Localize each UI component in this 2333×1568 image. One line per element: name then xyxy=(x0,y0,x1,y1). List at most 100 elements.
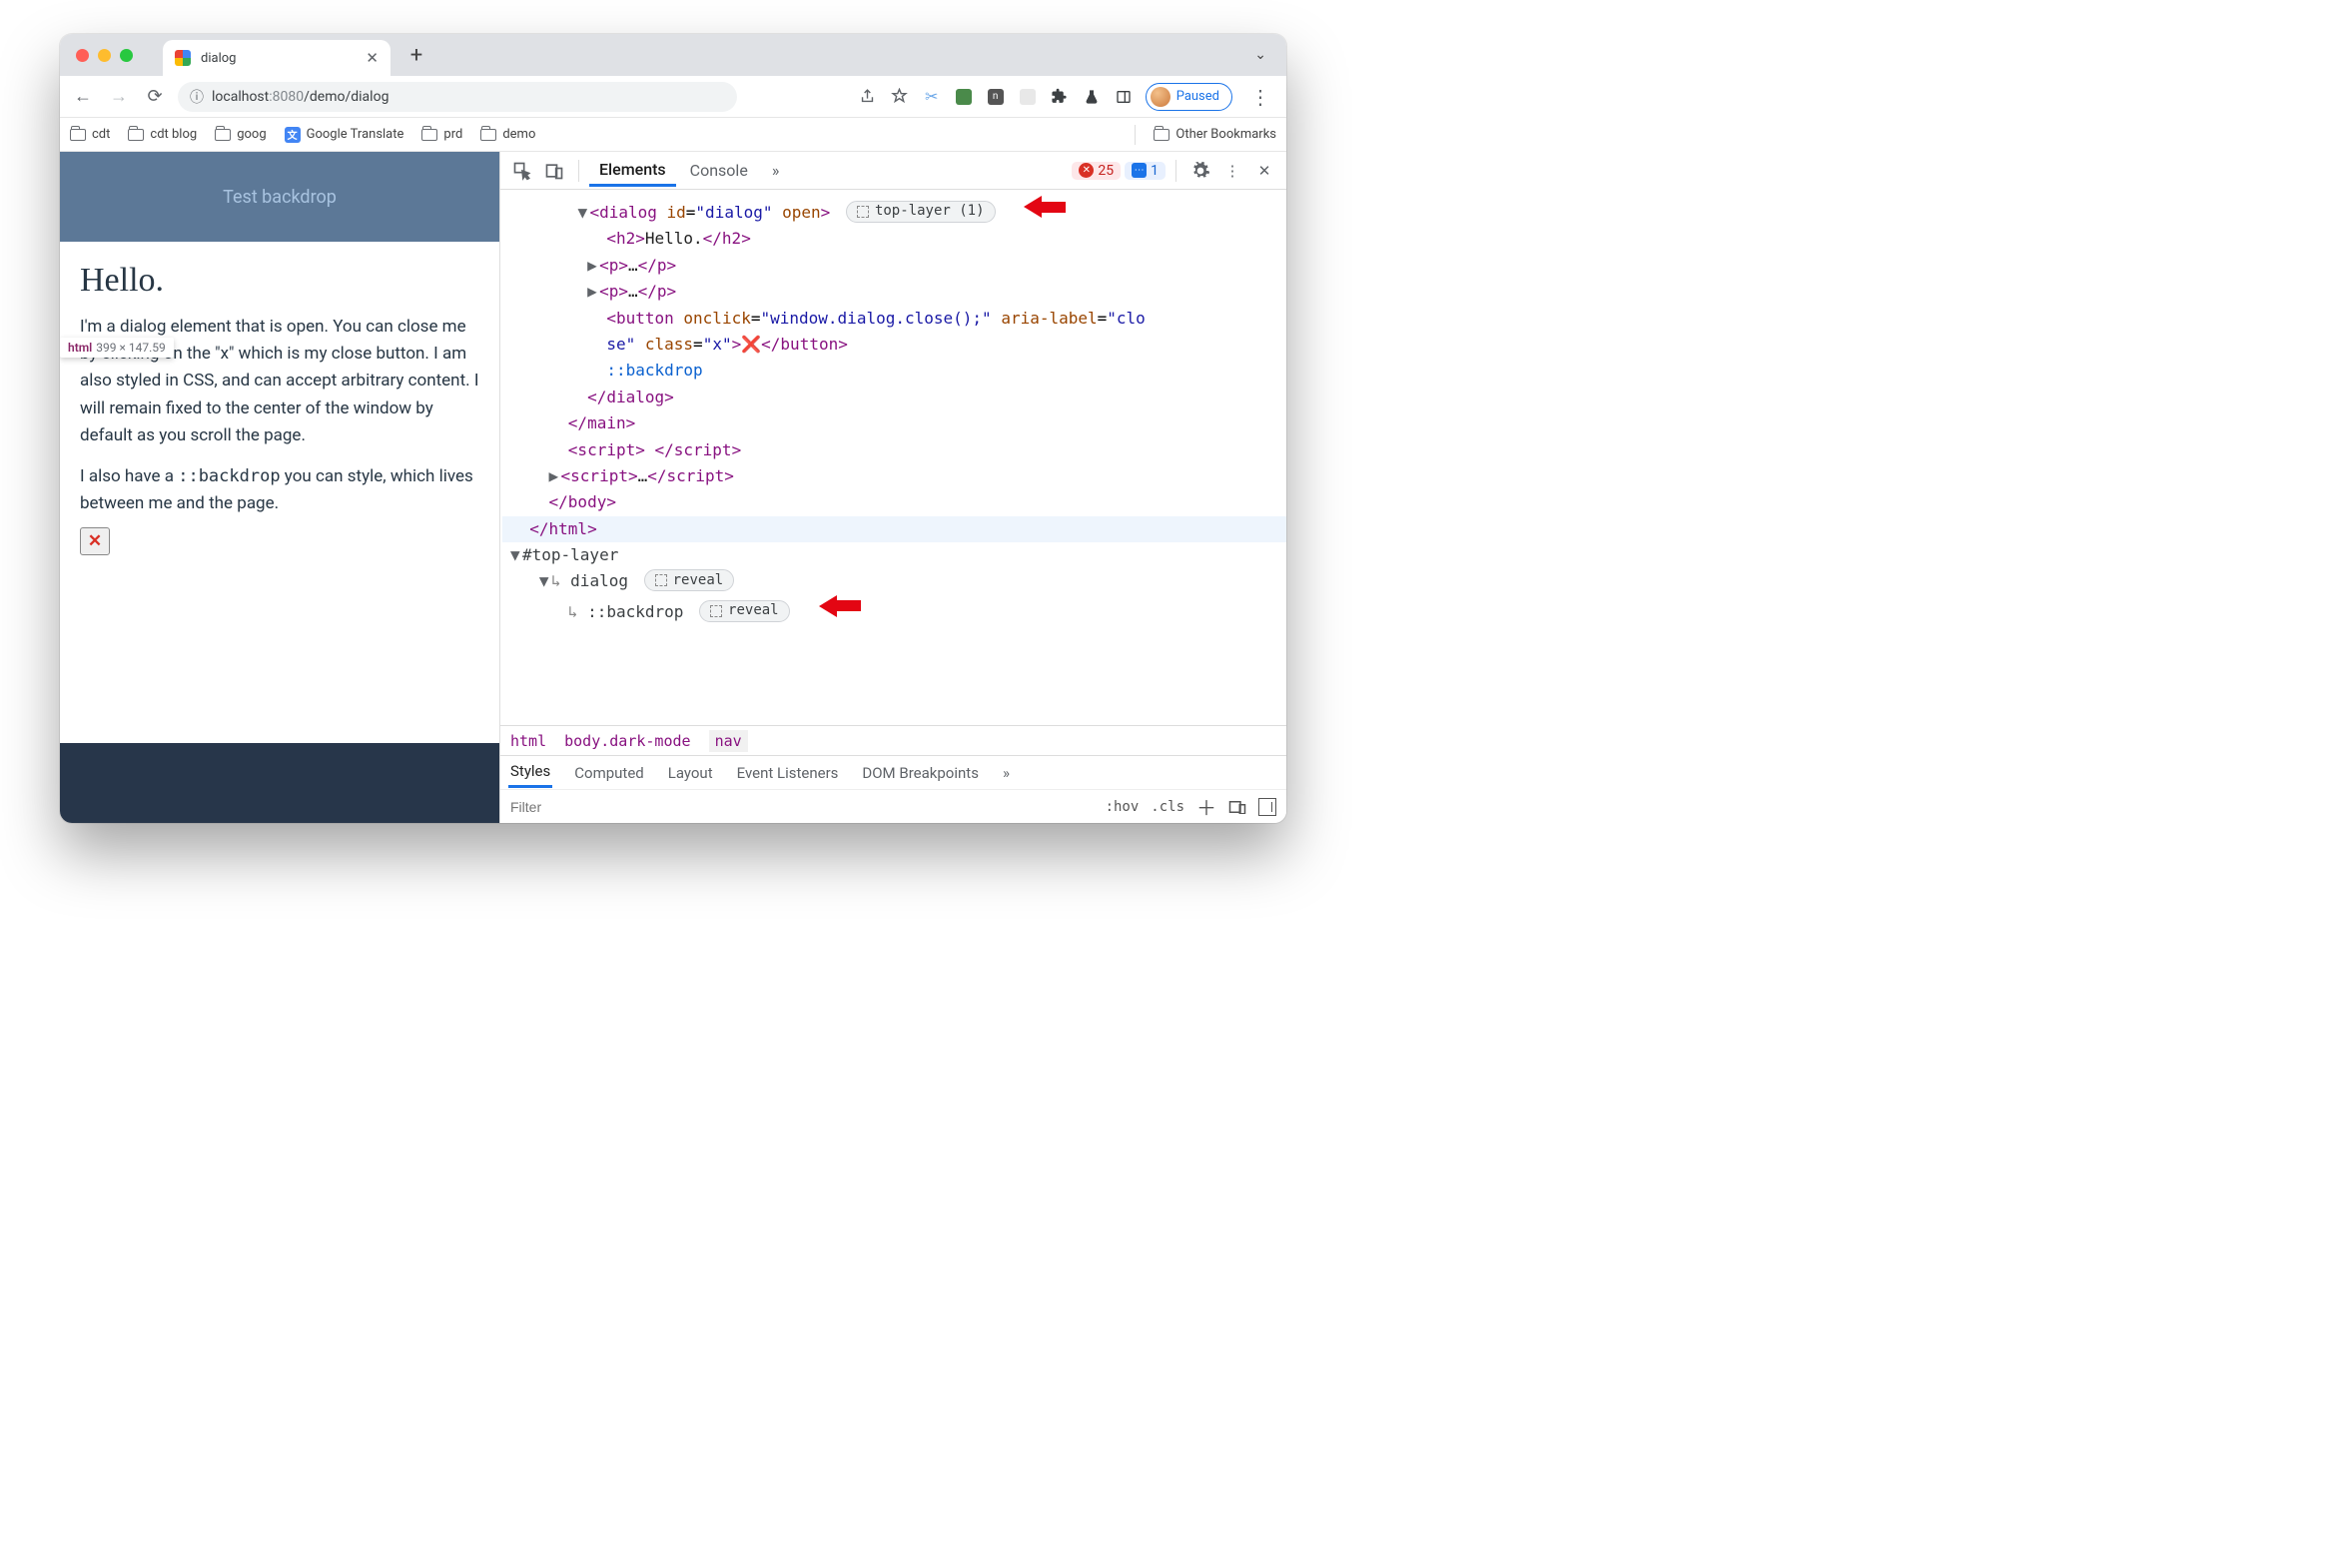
extension-icon-1[interactable] xyxy=(954,87,974,107)
tab-title: dialog xyxy=(201,51,236,66)
bookmark-folder-demo[interactable]: demo xyxy=(480,127,535,142)
folder-icon xyxy=(480,129,496,141)
reveal-icon xyxy=(655,574,667,586)
toggle-sidebar-icon[interactable] xyxy=(1258,798,1276,816)
hov-toggle[interactable]: :hov xyxy=(1106,799,1140,815)
scissors-icon[interactable]: ✂︎ xyxy=(922,87,942,107)
bookmark-folder-cdt[interactable]: cdt xyxy=(70,127,110,142)
error-count-pill[interactable]: ✕25 xyxy=(1072,162,1121,180)
profile-chip[interactable]: Paused xyxy=(1146,83,1232,111)
tab-more[interactable]: » xyxy=(762,155,790,186)
extensions-puzzle-icon[interactable] xyxy=(1050,87,1070,107)
favicon-icon xyxy=(175,50,191,66)
url-host: localhost xyxy=(212,89,269,105)
tab-elements[interactable]: Elements xyxy=(589,154,676,187)
folder-icon xyxy=(215,129,231,141)
content-area: Test backdrop html399 × 147.59 Hello. I'… xyxy=(60,152,1286,823)
annotation-arrow-icon xyxy=(1024,196,1066,218)
bookmark-star-icon[interactable] xyxy=(890,87,910,107)
code-backdrop: ::backdrop xyxy=(178,466,280,486)
reload-button[interactable]: ⟳ xyxy=(142,84,168,110)
error-icon: ✕ xyxy=(1079,163,1094,178)
folder-icon xyxy=(421,129,437,141)
reveal-badge[interactable]: reveal xyxy=(644,569,735,591)
tab-close-icon[interactable]: ✕ xyxy=(366,49,379,67)
styles-filter-bar: :hov .cls ＋ xyxy=(500,789,1286,823)
tab-styles[interactable]: Styles xyxy=(508,757,552,788)
dialog-heading: Hello. xyxy=(80,262,479,300)
top-layer-badge[interactable]: top-layer (1) xyxy=(846,201,996,223)
profile-status: Paused xyxy=(1176,89,1219,104)
dialog-paragraph-2: I also have a ::backdrop you can style, … xyxy=(80,463,479,517)
browser-tab[interactable]: dialog ✕ xyxy=(163,40,390,76)
message-count-pill[interactable]: ⋯1 xyxy=(1125,162,1166,180)
dialog-close-button[interactable]: ✕ xyxy=(80,527,110,555)
styles-filter-input[interactable] xyxy=(510,799,1094,815)
window-controls xyxy=(76,49,133,62)
breadcrumb: html body.dark-mode nav xyxy=(500,725,1286,755)
folder-icon xyxy=(128,129,144,141)
tab-computed[interactable]: Computed xyxy=(572,759,646,787)
extension-icon-2[interactable]: n xyxy=(986,87,1006,107)
bookmark-folder-cdt-blog[interactable]: cdt blog xyxy=(128,127,197,142)
extension-icon-3[interactable] xyxy=(1018,87,1038,107)
rendered-page: Test backdrop html399 × 147.59 Hello. I'… xyxy=(60,152,499,823)
url-path: /demo/dialog xyxy=(304,89,389,105)
translate-icon: 文 xyxy=(285,127,301,143)
tab-event-listeners[interactable]: Event Listeners xyxy=(735,759,841,787)
chrome-menu-icon[interactable]: ⋮ xyxy=(1244,85,1276,109)
top-layer-section[interactable]: #top-layer xyxy=(522,545,618,564)
backdrop-pseudo[interactable]: ::backdrop xyxy=(606,361,702,380)
folder-icon xyxy=(70,129,86,141)
devtools-panel: Elements Console » ✕25 ⋯1 ⋮ ✕ ▼<dialog i… xyxy=(499,152,1286,823)
bookmarks-bar: cdt cdt blog goog 文Google Translate prd … xyxy=(60,118,1286,152)
tab-dom-breakpoints[interactable]: DOM Breakpoints xyxy=(860,759,981,787)
folder-icon xyxy=(1154,129,1169,141)
devtools-menu-icon[interactable]: ⋮ xyxy=(1218,157,1246,185)
devtools-toolbar: Elements Console » ✕25 ⋯1 ⋮ ✕ xyxy=(500,152,1286,190)
maximize-window-icon[interactable] xyxy=(120,49,133,62)
toolbar: ← → ⟳ ⓘ localhost:8080/demo/dialog ✂︎ n … xyxy=(60,76,1286,118)
tab-console[interactable]: Console xyxy=(680,155,758,186)
devtools-close-icon[interactable]: ✕ xyxy=(1250,157,1278,185)
site-info-icon[interactable]: ⓘ xyxy=(190,87,204,107)
cls-toggle[interactable]: .cls xyxy=(1151,799,1184,815)
styles-tabs: Styles Computed Layout Event Listeners D… xyxy=(500,755,1286,789)
tab-strip: dialog ✕ + ⌄ xyxy=(60,34,1286,76)
forward-button: → xyxy=(106,84,132,110)
dom-tree[interactable]: ▼<dialog id="dialog" open> top-layer (1)… xyxy=(500,190,1286,725)
close-window-icon[interactable] xyxy=(76,49,89,62)
back-button[interactable]: ← xyxy=(70,84,96,110)
side-panel-icon[interactable] xyxy=(1114,87,1134,107)
page-banner: Test backdrop xyxy=(60,152,499,242)
labs-icon[interactable] xyxy=(1082,87,1102,107)
crumb-nav[interactable]: nav xyxy=(709,730,748,752)
dialog-element: Hello. I'm a dialog element that is open… xyxy=(60,242,499,743)
browser-window: dialog ✕ + ⌄ ← → ⟳ ⓘ localhost:8080/demo… xyxy=(60,34,1286,823)
address-bar[interactable]: ⓘ localhost:8080/demo/dialog xyxy=(178,82,737,112)
bookmark-google-translate[interactable]: 文Google Translate xyxy=(285,127,404,143)
inspect-element-icon[interactable] xyxy=(508,157,536,185)
bookmark-folder-goog[interactable]: goog xyxy=(215,127,266,142)
new-style-rule-icon[interactable]: ＋ xyxy=(1196,792,1216,821)
tab-layout[interactable]: Layout xyxy=(666,759,715,787)
device-toggle-icon[interactable] xyxy=(540,157,568,185)
reveal-icon xyxy=(710,605,722,617)
bookmark-folder-prd[interactable]: prd xyxy=(421,127,462,142)
other-bookmarks[interactable]: Other Bookmarks xyxy=(1154,127,1276,142)
dialog-paragraph-1: I'm a dialog element that is open. You c… xyxy=(80,314,479,449)
device-mode-icon[interactable] xyxy=(1228,800,1246,814)
settings-gear-icon[interactable] xyxy=(1186,157,1214,185)
crumb-body[interactable]: body.dark-mode xyxy=(564,732,690,750)
minimize-window-icon[interactable] xyxy=(98,49,111,62)
tab-search-icon[interactable]: ⌄ xyxy=(1244,41,1276,69)
inspect-tooltip: html399 × 147.59 xyxy=(60,338,174,358)
message-icon: ⋯ xyxy=(1132,163,1147,178)
reveal-badge[interactable]: reveal xyxy=(699,600,790,622)
url-port: :8080 xyxy=(269,89,304,105)
share-icon[interactable] xyxy=(858,87,878,107)
annotation-arrow-icon xyxy=(819,595,861,617)
tab-more[interactable]: » xyxy=(1001,759,1012,787)
crumb-html[interactable]: html xyxy=(510,732,546,750)
new-tab-button[interactable]: + xyxy=(402,43,430,68)
